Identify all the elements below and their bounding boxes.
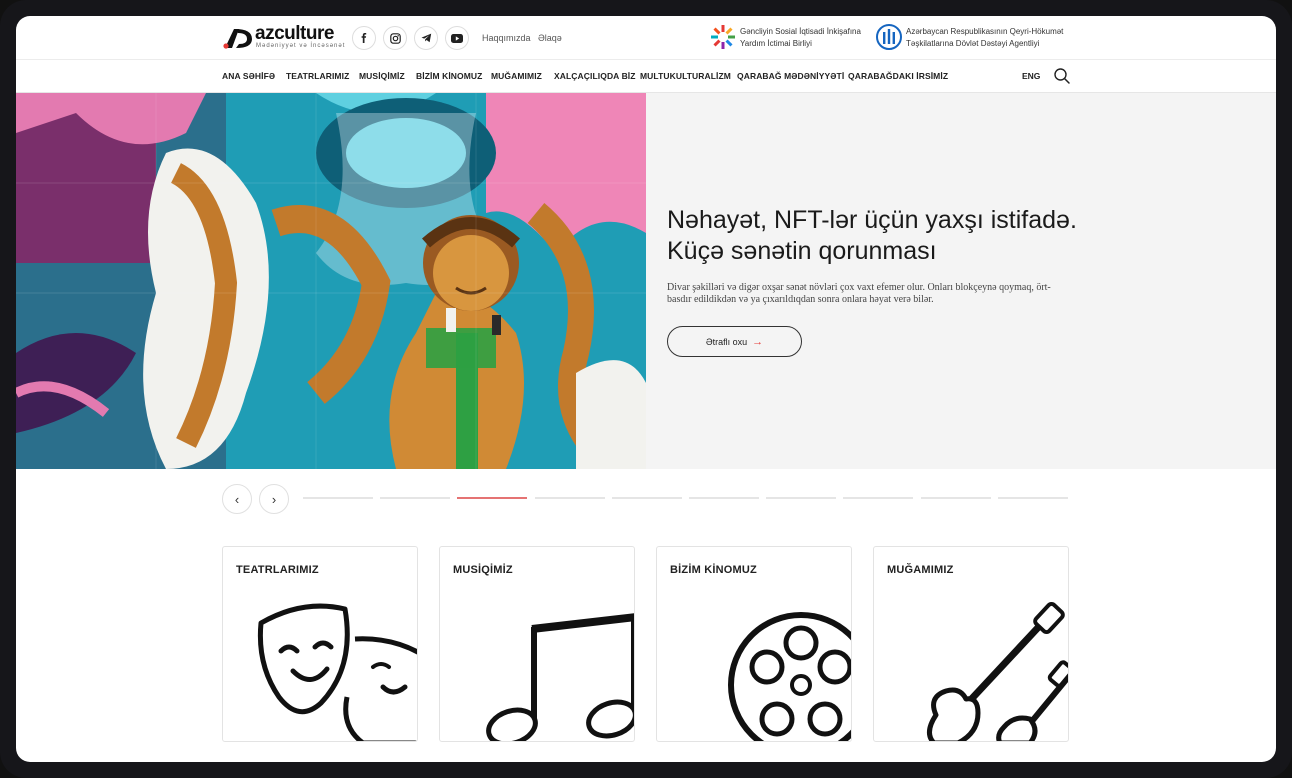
browser-viewport: azculture Mədəniyyət və İncəsənət Haqqım…: [16, 16, 1276, 762]
nav-item-karabakh-culture[interactable]: QARABAĞ MƏDƏNİYYƏTİ: [737, 71, 844, 81]
nav-item-karabakh-heritage[interactable]: QARABAĞDAKI İRSİMİZ: [848, 71, 948, 81]
search-icon[interactable]: [1053, 67, 1071, 85]
category-card-music[interactable]: MUSİQİMİZ: [439, 546, 635, 742]
logo-mark-icon: [223, 29, 252, 49]
category-card-mugham[interactable]: MUĞAMIMIZ: [873, 546, 1069, 742]
slider-dot[interactable]: [997, 497, 1068, 499]
top-bar: azculture Mədəniyyət və İncəsənət Haqqım…: [16, 16, 1276, 60]
category-card-theatres[interactable]: TEATRLARIMIZ: [222, 546, 418, 742]
chevron-right-icon: ›: [271, 491, 277, 507]
nav-item-theatres[interactable]: TEATRLARIMIZ: [286, 71, 349, 81]
facebook-icon[interactable]: [352, 26, 376, 50]
hero-slide: Nəhayət, NFT-lər üçün yaxşı istifadə. Kü…: [16, 93, 1276, 469]
hero-description: Divar şəkilləri və digər oxşar sənət növ…: [667, 282, 1051, 305]
partner-2-line1: Azərbaycan Respublikasının Qeyri-Hökumət: [906, 27, 1064, 36]
telegram-icon[interactable]: [414, 26, 438, 50]
read-more-button[interactable]: Ətraflı oxu →: [667, 326, 802, 357]
logo-subtitle: Mədəniyyət və İncəsənət: [256, 43, 346, 49]
partner-1-line1: Gəncliyin Sosial İqtisadi İnkişafına: [740, 27, 861, 36]
slider-dot[interactable]: [303, 497, 373, 499]
nav-item-cinema[interactable]: BİZİM KİNOMUZ: [416, 71, 482, 81]
music-notes-icon: [486, 613, 634, 741]
slider-dot[interactable]: [920, 497, 991, 499]
hero-title: Nəhayət, NFT-lər üçün yaxşı istifadə. Kü…: [667, 206, 1077, 265]
theater-masks-icon: [257, 603, 417, 741]
youtube-icon[interactable]: [445, 26, 469, 50]
partner-1-line2: Yardım İctimai Birliyi: [740, 39, 812, 48]
contact-link[interactable]: Əlaqə: [538, 33, 562, 43]
slider-prev-button[interactable]: ‹: [222, 484, 252, 514]
nav-item-carpet[interactable]: XALÇAÇILIQDA BİZ: [554, 71, 636, 81]
slider-dot[interactable]: [457, 497, 528, 499]
slider-pagination: [303, 497, 1069, 499]
site-logo[interactable]: azculture Mədəniyyət və İncəsənət: [222, 23, 346, 52]
slider-dot[interactable]: [843, 497, 914, 499]
tar-instrument-icon: [927, 602, 1068, 741]
about-link[interactable]: Haqqımızda: [482, 33, 531, 43]
slider-dot[interactable]: [611, 497, 682, 499]
nav-item-multiculturalism[interactable]: MULTUKULTURALİZM: [640, 71, 731, 81]
slider-dot[interactable]: [689, 497, 759, 499]
device-frame: azculture Mədəniyyət və İncəsənət Haqqım…: [0, 0, 1292, 778]
slider-next-button[interactable]: ›: [259, 484, 289, 514]
logo-text: azculture: [255, 23, 334, 44]
nav-item-music[interactable]: MUSİQİMİZ: [359, 71, 405, 81]
arrow-right-icon: →: [752, 335, 764, 348]
chevron-left-icon: ‹: [234, 491, 240, 507]
ngo-agency-logo-icon: [876, 24, 902, 50]
main-nav: ANA SƏHİFƏ TEATRLARIMIZ MUSİQİMİZ BİZİM …: [16, 60, 1276, 93]
slider-dot[interactable]: [380, 497, 451, 499]
category-card-cinema[interactable]: BİZİM KİNOMUZ: [656, 546, 852, 742]
nav-item-mugham[interactable]: MUĞAMIMIZ: [491, 71, 542, 81]
read-more-label: Ətraflı oxu: [705, 336, 748, 347]
slider-dot[interactable]: [534, 497, 605, 499]
partner-2-line2: Təşkilatlarına Dövlət Dəstəyi Agentliyi: [906, 39, 1040, 48]
film-reel-icon: [728, 612, 851, 741]
nav-item-home[interactable]: ANA SƏHİFƏ: [222, 71, 275, 81]
hero-mural-image[interactable]: [16, 93, 646, 469]
youth-union-logo-icon: [711, 25, 735, 49]
slider-dot[interactable]: [766, 497, 837, 499]
language-switch[interactable]: ENG: [1022, 71, 1040, 81]
instagram-icon[interactable]: [383, 26, 407, 50]
